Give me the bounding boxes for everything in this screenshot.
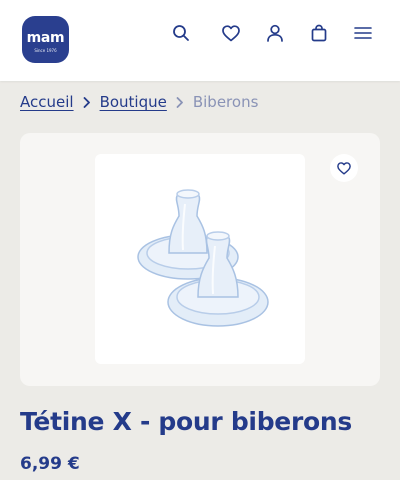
breadcrumb-current: Biberons — [192, 93, 259, 111]
teat-illustration — [137, 189, 269, 327]
brand-logo[interactable]: mam Since 1976 — [22, 16, 69, 63]
breadcrumb: Accueil Boutique Biberons — [20, 92, 258, 112]
logo-wordmark: mam — [26, 30, 65, 46]
heart-icon — [337, 161, 351, 175]
heart-icon[interactable] — [220, 22, 242, 44]
breadcrumb-link-home[interactable]: Accueil — [20, 93, 74, 111]
site-header: mam Since 1976 — [0, 0, 400, 81]
chevron-right-icon — [167, 96, 193, 108]
search-icon[interactable] — [170, 22, 192, 44]
product-image[interactable] — [95, 154, 305, 364]
menu-icon[interactable] — [352, 22, 374, 44]
add-to-wishlist-button[interactable] — [330, 154, 358, 182]
chevron-right-icon — [74, 96, 100, 108]
product-gallery — [20, 133, 380, 386]
user-icon[interactable] — [264, 22, 286, 44]
breadcrumb-link-shop[interactable]: Boutique — [100, 93, 167, 111]
product-title: Tétine X - pour biberons — [20, 407, 352, 436]
logo-tagline: Since 1976 — [34, 48, 57, 53]
bag-icon[interactable] — [308, 22, 330, 44]
product-price: 6,99 € — [20, 454, 80, 474]
